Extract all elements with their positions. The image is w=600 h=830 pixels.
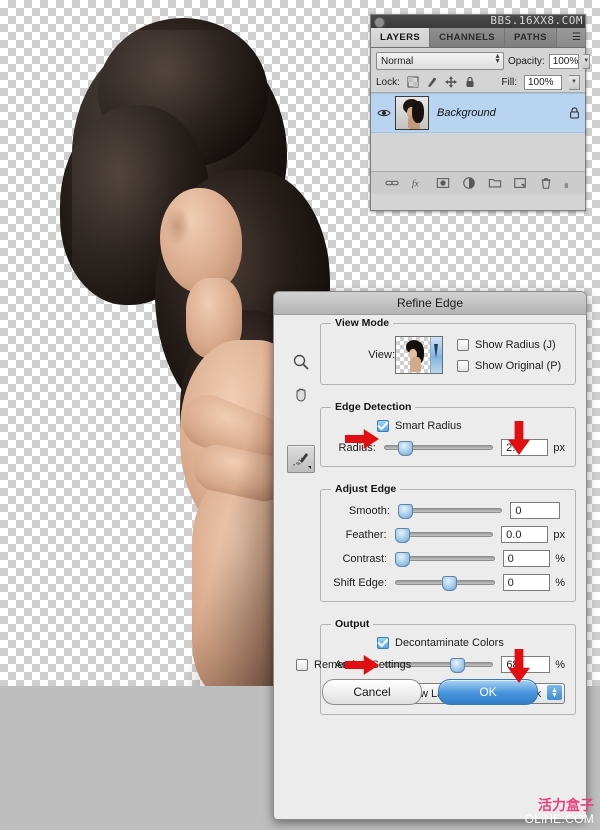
feather-input[interactable]: 0.0 [501,526,548,543]
layers-panel-footer[interactable]: fx ▖ [371,172,585,194]
feather-label: Feather: [331,529,387,541]
site-watermark-top: BBS.16XX8.COM [490,14,583,27]
fill-input[interactable]: 100% [524,75,562,90]
dialog-tools[interactable] [284,351,318,473]
adjust-edge-group: Adjust Edge Smooth: 0 Feather: 0.0 px Co… [320,489,576,602]
panel-menu-icon[interactable]: ☰ [572,32,580,43]
view-preview-thumbnail[interactable] [395,336,443,374]
opacity-label: Opacity: [508,56,545,67]
smart-radius-label: Smart Radius [395,420,462,432]
ok-button[interactable]: OK [438,679,538,705]
layer-thumbnail[interactable] [395,96,429,130]
radius-unit: px [553,442,565,454]
layers-panel[interactable]: BBS.16XX8.COM LAYERS CHANNELS PATHS ☰ No… [370,14,586,211]
feather-unit: px [553,529,565,541]
watermark-en: OLiHE.COM [525,813,594,826]
contrast-slider-thumb[interactable] [395,552,410,567]
show-radius-checkbox[interactable] [457,339,469,351]
tab-layers[interactable]: LAYERS [371,28,430,47]
smooth-slider[interactable] [398,505,502,517]
fill-label: Fill: [501,77,517,88]
new-layer-icon[interactable] [513,176,527,190]
layer-locked-indicator [563,107,585,119]
panel-close-icon[interactable] [374,17,385,28]
new-group-icon[interactable] [488,176,502,190]
eye-icon [377,108,391,118]
output-title: Output [331,618,373,630]
dialog-body: View Mode View: Show Radius (J) [274,315,586,715]
contrast-unit: % [555,553,565,565]
contrast-slider[interactable] [395,553,495,565]
feather-slider[interactable] [395,529,494,541]
cancel-button[interactable]: Cancel [322,679,422,705]
lock-label: Lock: [376,77,400,88]
watermark-cn: 活力盒子 [525,799,594,814]
lock-transparency-icon[interactable] [407,76,419,88]
show-original-checkbox[interactable] [457,360,469,372]
lock-position-icon[interactable] [445,76,457,88]
shift-edge-input[interactable]: 0 [503,574,551,591]
smooth-label: Smooth: [331,505,390,517]
lock-image-icon[interactable] [426,76,438,88]
smooth-input[interactable]: 0 [510,502,560,519]
hand-tool-icon[interactable] [290,383,312,405]
adjustment-layer-icon[interactable] [462,176,476,190]
smart-radius-checkbox[interactable] [377,420,389,432]
refine-radius-brush-icon[interactable] [287,445,315,473]
opacity-input[interactable]: 100% [549,54,580,69]
blend-mode-value: Normal [381,56,413,67]
tab-channels[interactable]: CHANNELS [430,28,505,47]
panel-resize-grip[interactable]: ▖ [565,179,571,188]
amount-slider-thumb[interactable] [450,658,465,673]
layer-list[interactable]: Background [371,93,585,172]
radius-slider-thumb[interactable] [398,441,413,456]
fill-chevron-icon[interactable]: ▼ [569,75,580,90]
panel-titlebar[interactable]: BBS.16XX8.COM [371,15,585,28]
contrast-label: Contrast: [331,553,387,565]
dialog-title: Refine Edge [274,292,586,315]
shift-edge-slider[interactable] [395,577,495,589]
delete-layer-icon[interactable] [539,176,553,190]
decontaminate-colors-label: Decontaminate Colors [395,637,504,649]
radius-slider[interactable] [384,442,493,454]
opacity-chevron-icon[interactable]: ▼ [583,54,590,69]
table-row[interactable]: Background [371,93,585,133]
shift-edge-unit: % [555,577,565,589]
layer-style-fx-icon[interactable]: fx [411,176,425,190]
lock-row: Lock: Fill: 100% ▼ [371,72,585,93]
adjust-edge-title: Adjust Edge [331,483,400,495]
add-layer-mask-icon[interactable] [436,176,450,190]
view-mode-title: View Mode [331,317,393,329]
chevron-updown-icon: ▲▼ [494,54,501,64]
lock-icon [569,107,580,119]
refine-edge-dialog[interactable]: Refine Edge [273,291,587,820]
amount-unit: % [555,659,565,671]
decontaminate-colors-checkbox[interactable] [377,637,389,649]
layer-name[interactable]: Background [437,107,563,119]
site-watermark-corner: 活力盒子 OLiHE.COM [525,799,594,826]
tab-paths[interactable]: PATHS [505,28,557,47]
shift-edge-slider-thumb[interactable] [442,576,457,591]
smooth-slider-thumb[interactable] [398,504,413,519]
panel-tabbar[interactable]: LAYERS CHANNELS PATHS ☰ [371,28,585,48]
remember-settings-checkbox[interactable] [296,659,308,671]
layer-visibility-toggle[interactable] [373,108,395,118]
dialog-buttons: Cancel OK [274,679,586,705]
feather-slider-thumb[interactable] [395,528,410,543]
view-mode-group: View Mode View: Show Radius (J) [320,323,576,385]
view-label: View: [331,349,395,361]
show-radius-label: Show Radius (J) [475,339,556,351]
blend-mode-select[interactable]: Normal ▲▼ [376,52,504,70]
blend-mode-row: Normal ▲▼ Opacity: 100% ▼ [371,48,585,72]
zoom-tool-icon[interactable] [290,351,312,373]
svg-text:fx: fx [411,179,419,190]
lock-all-icon[interactable] [464,76,476,88]
show-original-label: Show Original (P) [475,360,561,372]
edge-detection-title: Edge Detection [331,401,415,413]
link-layers-icon[interactable] [385,176,399,190]
view-mode-dropdown-icon[interactable] [430,337,442,373]
shift-edge-label: Shift Edge: [331,577,387,589]
contrast-input[interactable]: 0 [503,550,551,567]
